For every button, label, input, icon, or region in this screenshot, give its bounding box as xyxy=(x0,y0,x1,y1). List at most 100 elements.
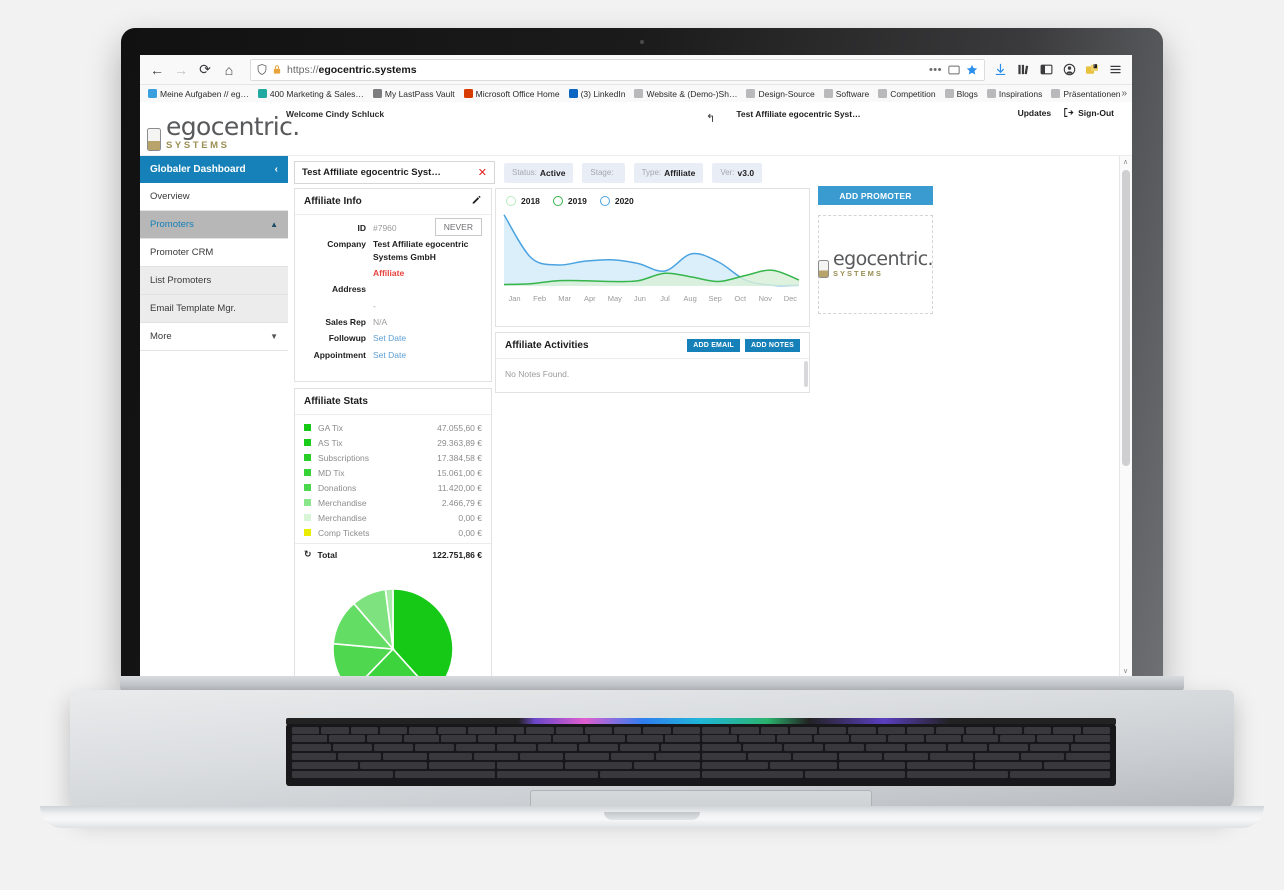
bookmark-item[interactable]: My LastPass Vault xyxy=(372,89,455,99)
signout-button[interactable]: Sign-Out xyxy=(1063,107,1114,118)
downloads-icon[interactable] xyxy=(993,63,1007,77)
bookmark-item[interactable]: (3) LinkedIn xyxy=(568,89,625,99)
page-scrollbar[interactable]: ∧ ∨ xyxy=(1119,156,1132,676)
bookmark-item[interactable]: Software xyxy=(823,89,869,99)
bookmark-item[interactable]: Präsentationen xyxy=(1051,89,1121,99)
x-tick-label: Dec xyxy=(783,294,798,303)
yearly-trend-chart-card: 2018 2019 2020 Jan Feb Mar Apr May Jun Jul Aug Sep… xyxy=(495,188,810,327)
stats-total-row: ↻ Total 122.751,86 € xyxy=(295,543,491,563)
never-button[interactable]: NEVER xyxy=(434,218,482,236)
library-icon[interactable] xyxy=(1016,63,1030,77)
legend-item[interactable]: 2019 xyxy=(552,196,587,206)
keyboard-key xyxy=(383,753,427,760)
back-arrow-icon[interactable]: ← xyxy=(146,59,168,81)
keyboard-key xyxy=(1009,771,1110,778)
scroll-up-icon[interactable]: ∧ xyxy=(1123,158,1128,166)
keyboard-key xyxy=(702,753,746,760)
back-link-icon[interactable]: ↰ xyxy=(706,112,715,125)
bookmark-item[interactable]: Design-Source xyxy=(746,89,815,99)
keyboard-key xyxy=(1066,753,1110,760)
bookmark-item[interactable]: Competition xyxy=(878,89,936,99)
keyboard-key xyxy=(394,771,495,778)
affiliate-stats-card: Affiliate Stats GA Tix 47.055,60 € AS Tix 2… xyxy=(294,388,492,676)
home-icon[interactable]: ⌂ xyxy=(218,59,240,81)
bookmark-item[interactable]: Blogs xyxy=(944,88,978,99)
reload-icon[interactable]: ⟳ xyxy=(194,59,216,81)
sidebar-header[interactable]: Globaler Dashboard ‹ xyxy=(140,156,288,183)
updates-link[interactable]: Updates xyxy=(1018,108,1052,118)
add-notes-button[interactable]: ADD NOTES xyxy=(744,339,800,352)
menu-hamburger-icon[interactable] xyxy=(1108,63,1122,77)
keyboard-key xyxy=(702,735,738,742)
keyboard-key xyxy=(519,753,564,760)
info-value[interactable]: Set Date xyxy=(373,332,406,344)
bookmark-item[interactable]: Inspirations xyxy=(986,89,1042,99)
info-row: - xyxy=(295,298,491,314)
keyboard-key xyxy=(925,735,961,742)
keyboard-key xyxy=(329,735,365,742)
scroll-down-icon[interactable]: ∨ xyxy=(1123,667,1128,675)
bookmark-item[interactable]: Microsoft Office Home xyxy=(463,89,560,99)
x-tick-label: Nov xyxy=(758,294,772,303)
refresh-icon[interactable]: ↻ xyxy=(304,549,312,560)
keyboard-deck xyxy=(70,690,1234,824)
activities-scrollbar[interactable] xyxy=(804,361,808,387)
badge-value: Affiliate xyxy=(664,167,696,178)
sidebar-item-promoter-crm[interactable]: Promoter CRM xyxy=(140,239,288,267)
color-swatch xyxy=(304,439,311,446)
keyboard-key xyxy=(1071,744,1110,751)
keyboard-key xyxy=(907,744,946,751)
sidebar-item-more[interactable]: More ▼ xyxy=(140,323,288,351)
add-email-button[interactable]: ADD EMAIL xyxy=(687,339,740,352)
legend-label: 2020 xyxy=(614,196,634,206)
info-label: Followup xyxy=(328,333,366,344)
keyboard-key xyxy=(739,735,775,742)
sidebar-collapse-icon[interactable]: ‹ xyxy=(275,164,278,175)
bookmark-label: Blogs xyxy=(956,88,978,99)
bookmark-item[interactable]: 400 Marketing & Sales… xyxy=(257,89,364,99)
keyboard-key xyxy=(888,735,924,742)
bookmark-item[interactable]: Meine Aufgaben // eg… xyxy=(148,89,249,99)
color-swatch xyxy=(304,484,311,491)
sidebar-item-email-template-mgr[interactable]: Email Template Mgr. xyxy=(140,295,288,323)
stat-label: Merchandise xyxy=(318,512,367,523)
sidebar-item-promoters[interactable]: Promoters ▲ xyxy=(140,211,288,239)
add-promoter-button[interactable]: ADD PROMOTER xyxy=(818,186,933,205)
page-actions-icon[interactable]: ••• xyxy=(929,64,942,76)
keyboard-key xyxy=(989,744,1028,751)
info-row: Address xyxy=(295,281,491,297)
info-value[interactable]: Set Date xyxy=(373,349,406,361)
bookmark-star-icon[interactable] xyxy=(966,64,978,76)
scrollbar-thumb[interactable] xyxy=(1122,170,1130,466)
keyboard-key xyxy=(627,735,663,742)
sidebar-icon[interactable] xyxy=(1039,63,1053,77)
legend-item[interactable]: 2018 xyxy=(506,196,540,206)
sidebar-item-list-promoters[interactable]: List Promoters xyxy=(140,267,288,295)
reader-mode-icon[interactable] xyxy=(948,64,960,76)
account-icon[interactable] xyxy=(1062,63,1076,77)
bookmark-label: Meine Aufgaben // eg… xyxy=(160,88,249,99)
address-bar[interactable]: https://egocentric.systems ••• xyxy=(250,58,985,81)
bookmark-icon xyxy=(986,89,996,98)
bookmarks-overflow-icon[interactable]: » xyxy=(1121,88,1127,99)
status-badge: Ver: v3.0 xyxy=(712,162,763,183)
extension-icon[interactable]: ! xyxy=(1085,63,1099,77)
url-text: https://egocentric.systems xyxy=(287,63,417,76)
sidebar-item-overview[interactable]: Overview xyxy=(140,183,288,211)
keyboard-key xyxy=(1000,735,1036,742)
keyboard-key xyxy=(994,727,1023,734)
welcome-message: Welcome Cindy Schluck xyxy=(286,109,385,119)
keyboard-key xyxy=(526,727,554,734)
bookmark-item[interactable]: Website & (Demo-)Sh… xyxy=(634,89,737,99)
info-value: N/A xyxy=(373,316,388,327)
stat-label: AS Tix xyxy=(318,437,343,448)
svg-text:!: ! xyxy=(1094,64,1095,68)
chart-legend: 2018 2019 2020 xyxy=(496,189,809,206)
badge-label: Stage: xyxy=(590,168,614,177)
close-icon[interactable]: ✕ xyxy=(478,166,487,179)
keyboard-key xyxy=(478,735,514,742)
legend-item[interactable]: 2020 xyxy=(599,196,634,206)
keyboard-key xyxy=(702,727,730,734)
pencil-icon[interactable] xyxy=(471,195,482,209)
tab-affiliate[interactable]: Test Affiliate egocentric Syst… ✕ xyxy=(294,161,495,184)
